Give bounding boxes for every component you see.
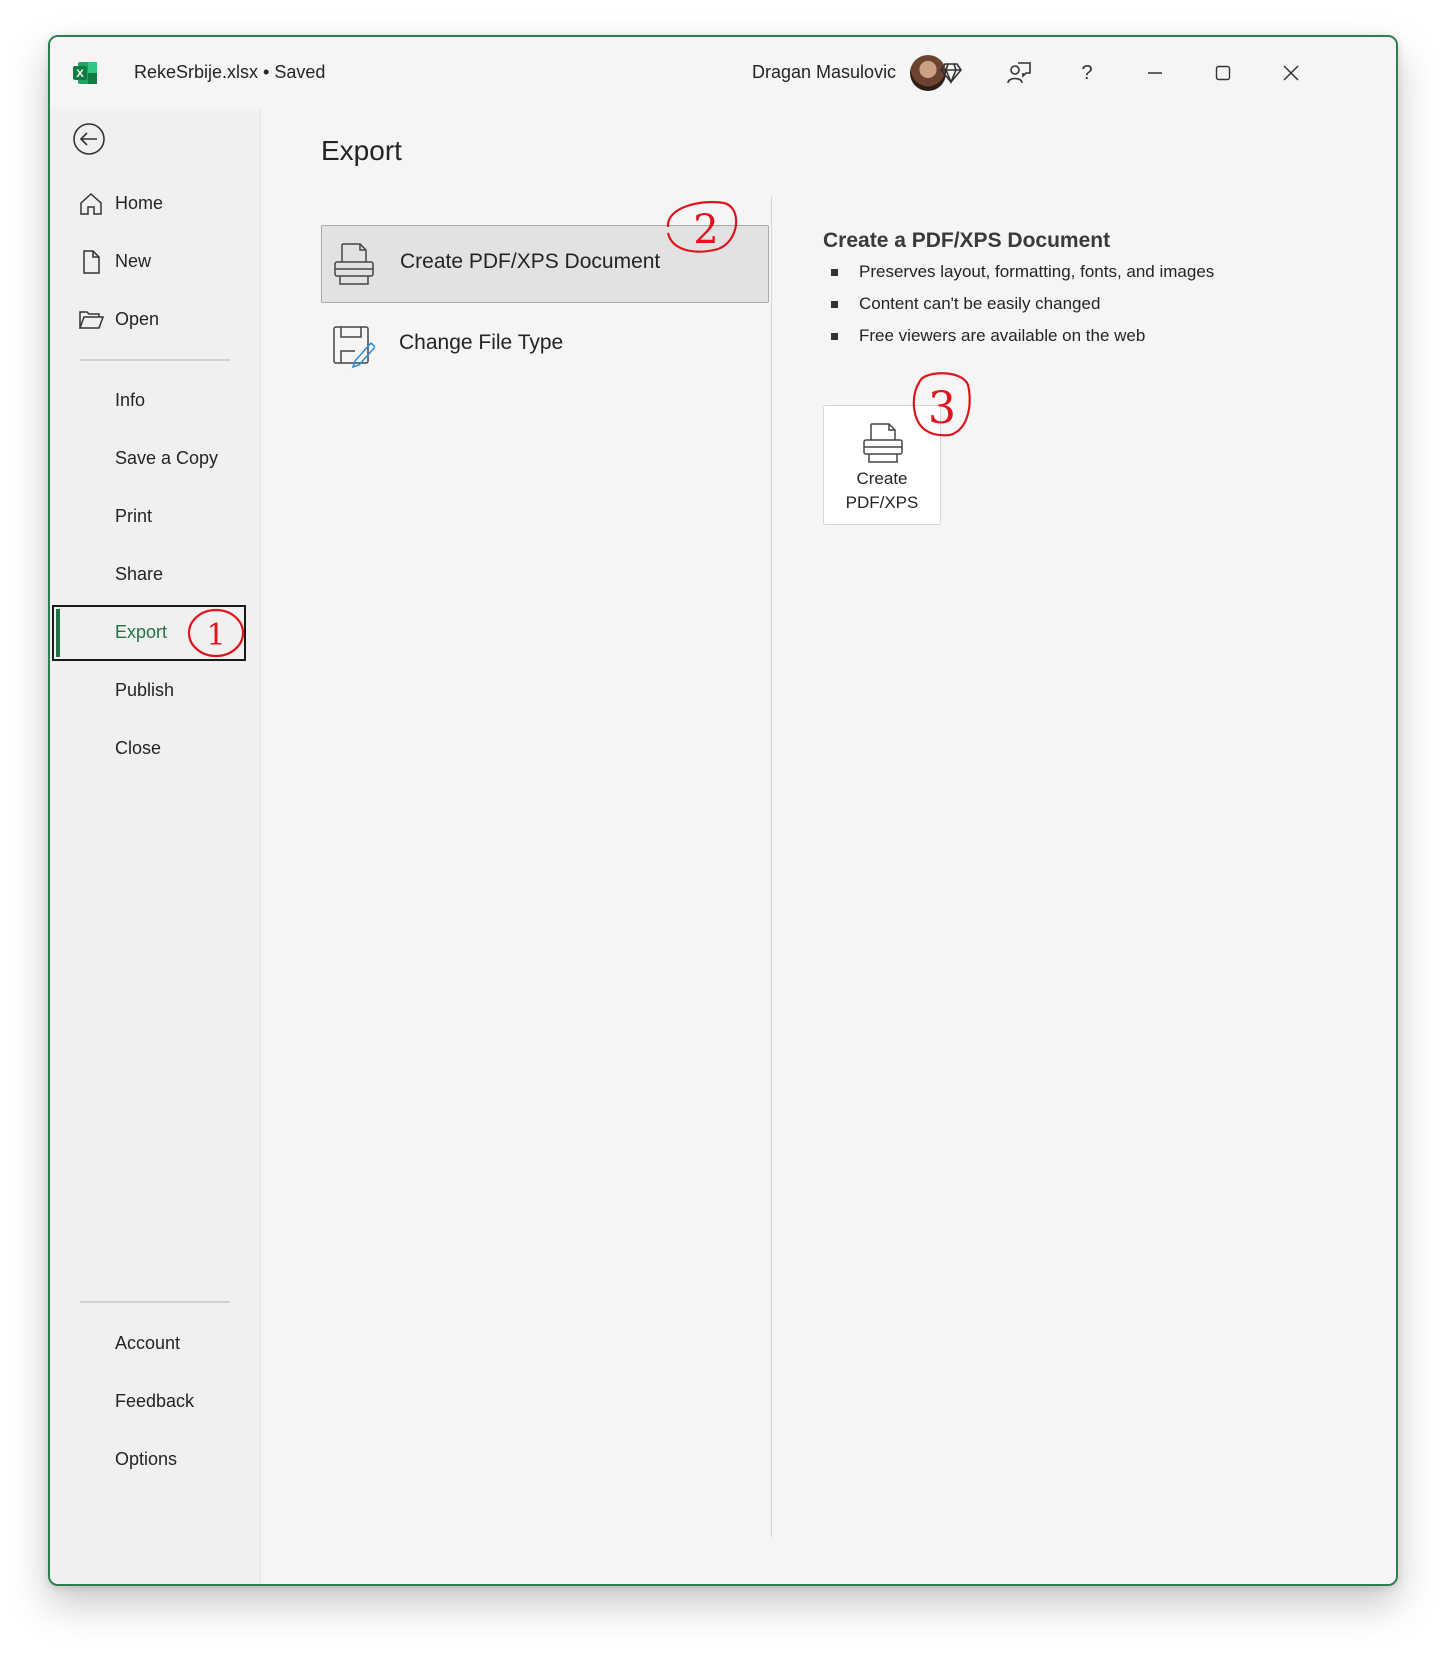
- sidebar-item-label: Close: [115, 738, 162, 758]
- column-divider: [771, 197, 772, 1537]
- sidebar-item-label: Export: [115, 622, 168, 642]
- detail-bullets: Preserves layout, formatting, fonts, and…: [823, 261, 1214, 357]
- option-label: Change File Type: [399, 331, 564, 354]
- sidebar-item-info[interactable]: Info: [50, 376, 260, 426]
- sidebar-item-save-a-copy[interactable]: Save a Copy: [50, 434, 260, 484]
- export-pane: Export Create PDF/XPS Document Change Fi…: [261, 109, 1396, 1584]
- change-file-type-icon: [331, 323, 377, 369]
- document-title: RekeSrbije.xlsx • Saved: [134, 62, 326, 82]
- button-label-line1: Create: [856, 469, 908, 488]
- sidebar-divider: [80, 1301, 230, 1303]
- title-bar: X RekeSrbije.xlsx • Saved Dragan Masulov…: [50, 37, 1396, 109]
- bullet-item: Free viewers are available on the web: [823, 325, 1214, 357]
- excel-window: X RekeSrbije.xlsx • Saved Dragan Masulov…: [48, 35, 1398, 1586]
- sidebar-item-label: Save a Copy: [115, 448, 219, 468]
- diamond-icon[interactable]: [934, 57, 968, 89]
- sidebar-item-home[interactable]: Home: [50, 179, 260, 229]
- sidebar-item-account[interactable]: Account: [50, 1319, 260, 1369]
- pdf-document-icon: [332, 242, 376, 288]
- sidebar-divider: [80, 359, 230, 361]
- close-icon[interactable]: [1274, 57, 1308, 89]
- sidebar-item-new[interactable]: New: [50, 237, 260, 287]
- sidebar-item-print[interactable]: Print: [50, 492, 260, 542]
- sidebar-item-label: Share: [115, 564, 164, 584]
- sidebar-item-options[interactable]: Options: [50, 1435, 260, 1485]
- sidebar-item-export[interactable]: Export: [52, 605, 246, 661]
- home-icon: [78, 192, 104, 216]
- back-arrow-icon[interactable]: [72, 122, 106, 156]
- coauthor-icon[interactable]: [1002, 57, 1036, 89]
- sidebar-item-label: Print: [115, 506, 153, 526]
- sidebar-item-open[interactable]: Open: [50, 295, 260, 345]
- bullet-item: Preserves layout, formatting, fonts, and…: [823, 261, 1214, 293]
- page-title: Export: [321, 135, 402, 166]
- sidebar-item-label: Feedback: [115, 1391, 195, 1411]
- bullet-item: Content can't be easily changed: [823, 293, 1214, 325]
- option-label: Create PDF/XPS Document: [400, 250, 661, 273]
- minimize-icon[interactable]: [1138, 57, 1172, 89]
- sidebar-item-feedback[interactable]: Feedback: [50, 1377, 260, 1427]
- sidebar-item-label: Info: [115, 390, 146, 410]
- option-change-file-type[interactable]: Change File Type: [321, 307, 769, 385]
- user-name[interactable]: Dragan Masulovic: [752, 62, 896, 83]
- folder-open-icon: [78, 308, 105, 332]
- detail-title: Create a PDF/XPS Document: [823, 229, 1111, 252]
- sidebar-item-share[interactable]: Share: [50, 550, 260, 600]
- sidebar-item-label: Publish: [115, 680, 175, 700]
- sidebar-item-label: Options: [115, 1449, 178, 1469]
- sidebar-item-label: Open: [115, 309, 160, 329]
- new-file-icon: [78, 250, 104, 274]
- help-icon[interactable]: ?: [1070, 57, 1104, 89]
- sidebar-item-close[interactable]: Close: [50, 724, 260, 774]
- button-label-line2: PDF/XPS: [845, 493, 919, 512]
- sidebar-item-label: Home: [115, 193, 164, 213]
- maximize-icon[interactable]: [1206, 57, 1240, 89]
- svg-text:X: X: [76, 68, 84, 80]
- pdf-document-icon: [861, 422, 905, 466]
- sidebar-item-label: New: [115, 251, 152, 271]
- option-create-pdf-xps[interactable]: Create PDF/XPS Document: [321, 225, 769, 303]
- create-pdf-xps-button[interactable]: Create PDF/XPS: [823, 405, 941, 525]
- excel-app-icon: X: [72, 61, 98, 85]
- sidebar-item-publish[interactable]: Publish: [50, 666, 260, 716]
- backstage-sidebar: Home New Open Info Save a Copy Print Sha…: [50, 109, 261, 1584]
- sidebar-item-label: Account: [115, 1333, 181, 1353]
